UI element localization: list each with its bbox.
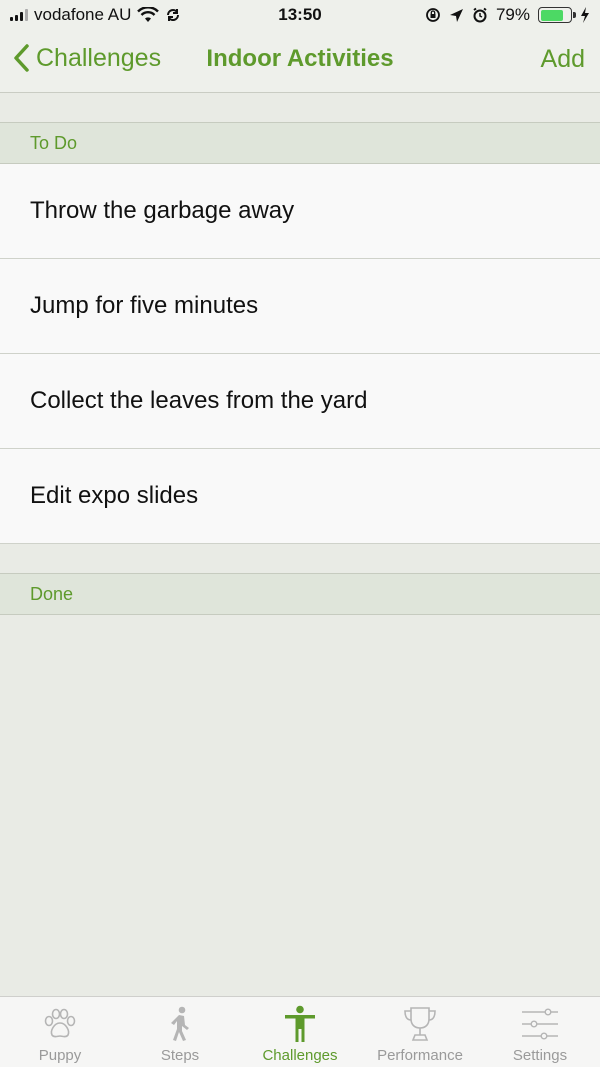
section-header-done: Done xyxy=(0,573,600,615)
alarm-icon xyxy=(473,7,487,23)
tab-steps[interactable]: Steps xyxy=(120,997,240,1067)
section-header-todo: To Do xyxy=(0,122,600,164)
status-bar: vodafone AU 13:50 79% xyxy=(0,0,600,30)
trophy-icon xyxy=(404,1007,436,1041)
add-button[interactable]: Add xyxy=(541,45,585,74)
orientation-lock-icon xyxy=(426,8,440,22)
location-icon xyxy=(449,8,463,22)
list-item[interactable]: Edit expo slides xyxy=(0,449,600,544)
paw-icon xyxy=(44,1008,76,1038)
page-title-text: Indoor Activities xyxy=(206,45,394,72)
page-title: Indoor Activities xyxy=(0,45,600,73)
tab-settings[interactable]: Settings xyxy=(480,997,600,1067)
status-right: 79% xyxy=(425,5,590,25)
tab-steps-label: Steps xyxy=(160,1047,200,1064)
battery-percent: 79% xyxy=(495,5,530,24)
navigation-bar: Challenges Indoor Activities Add xyxy=(0,30,600,93)
tab-puppy[interactable]: Puppy xyxy=(0,997,120,1067)
list-item[interactable]: Throw the garbage away xyxy=(0,164,600,259)
sliders-icon xyxy=(522,1008,558,1040)
list-item[interactable]: Jump for five minutes xyxy=(0,259,600,354)
tab-performance[interactable]: Performance xyxy=(360,997,480,1067)
charging-bolt-icon xyxy=(581,7,589,23)
list-item[interactable]: Collect the leaves from the yard xyxy=(0,354,600,449)
walking-icon xyxy=(171,1006,189,1041)
todo-list: Throw the garbage away Jump for five min… xyxy=(0,164,600,544)
tab-puppy-label: Puppy xyxy=(38,1047,82,1064)
tab-settings-label: Settings xyxy=(512,1047,568,1064)
tab-performance-label: Performance xyxy=(377,1047,463,1064)
tab-challenges-label: Challenges xyxy=(262,1047,338,1064)
tab-bar: Puppy Steps Challenges Performance Setti… xyxy=(0,996,600,1067)
person-icon xyxy=(285,1005,315,1042)
battery-icon xyxy=(538,7,576,23)
tab-challenges[interactable]: Challenges xyxy=(240,997,360,1067)
